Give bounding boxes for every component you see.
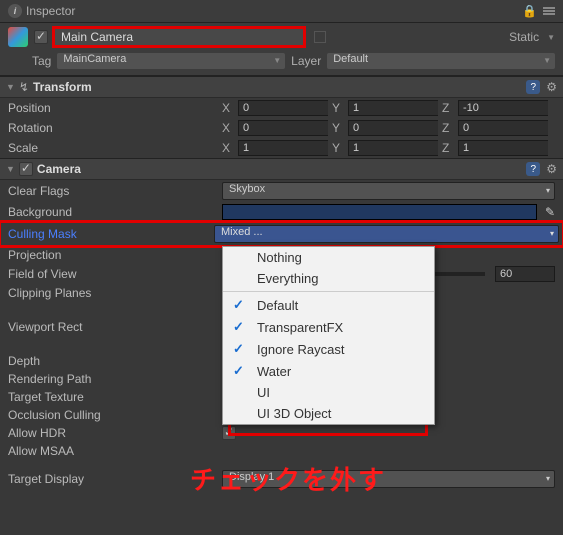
static-checkbox[interactable] [314,31,326,43]
allow-msaa-row: Allow MSAA [0,442,563,460]
transform-icon: ↯ [19,80,29,94]
scl-x[interactable] [238,140,328,156]
background-color-field[interactable] [222,204,537,220]
static-dropdown-arrow[interactable]: ▼ [547,33,555,42]
rot-z[interactable] [458,120,548,136]
gear-icon[interactable]: ⚙ [546,162,557,176]
help-icon[interactable]: ? [526,80,540,94]
layer-label: Layer [291,54,321,68]
clear-flags-dropdown[interactable]: Skybox▾ [222,182,555,200]
rot-x[interactable] [238,120,328,136]
camera-title: Camera [37,162,81,176]
annotation-text: チェックを外す [190,460,386,497]
inspector-header: i Inspector 🔒 [0,0,563,23]
pos-y[interactable] [348,100,438,116]
scl-z[interactable] [458,140,548,156]
transform-header[interactable]: ▼ ↯ Transform ? ⚙ [0,76,563,98]
clear-flags-row: Clear Flags Skybox▾ [0,180,563,202]
culling-mask-popup: Nothing Everything ✓Default ✓Transparent… [222,246,435,425]
popup-item-ui3dobject[interactable]: UI 3D Object [223,403,434,424]
scale-row: Scale X Y Z [0,138,563,158]
popup-item-ignoreraycast[interactable]: ✓Ignore Raycast [223,338,434,360]
popup-item-nothing[interactable]: Nothing [223,247,434,268]
popup-item-everything[interactable]: Everything [223,268,434,289]
panel-menu-icon[interactable] [543,7,555,15]
popup-item-ui[interactable]: UI [223,382,434,403]
object-name-row: Static ▼ [0,23,563,51]
panel-title: Inspector [26,4,75,18]
gear-icon[interactable]: ⚙ [546,80,557,94]
fov-value[interactable] [495,266,555,282]
rotation-row: Rotation X Y Z [0,118,563,138]
background-row: Background ✎ [0,202,563,222]
help-icon[interactable]: ? [526,162,540,176]
rot-y[interactable] [348,120,438,136]
allow-hdr-row: Allow HDR [0,424,563,442]
gameobject-icon[interactable] [8,27,28,47]
culling-mask-dropdown[interactable]: Mixed ...▾ [214,225,559,243]
transform-title: Transform [33,80,92,94]
pos-x[interactable] [238,100,328,116]
camera-header[interactable]: ▼ Camera ? ⚙ [0,158,563,180]
enable-checkbox[interactable] [34,30,48,44]
tag-label: Tag [32,54,51,68]
culling-mask-row: Culling Mask Mixed ...▾ [0,222,563,246]
fold-icon: ▼ [6,82,15,92]
lock-icon[interactable]: 🔒 [522,4,537,18]
pos-z[interactable] [458,100,548,116]
inspector-icon: i [8,4,22,18]
layer-dropdown[interactable]: Default▼ [327,53,555,69]
tag-dropdown[interactable]: MainCamera▼ [57,53,285,69]
popup-item-water[interactable]: ✓Water [223,360,434,382]
tag-layer-row: Tag MainCamera▼ Layer Default▼ [0,51,563,76]
static-label: Static [509,30,539,44]
popup-item-default[interactable]: ✓Default [223,294,434,316]
camera-enable-checkbox[interactable] [19,162,33,176]
position-row: Position X Y Z [0,98,563,118]
eyedropper-icon[interactable]: ✎ [545,205,555,219]
popup-divider [223,291,434,292]
popup-item-transparentfx[interactable]: ✓TransparentFX [223,316,434,338]
allow-hdr-checkbox[interactable] [222,426,236,440]
fold-icon: ▼ [6,164,15,174]
object-name-field[interactable] [54,28,304,46]
scl-y[interactable] [348,140,438,156]
